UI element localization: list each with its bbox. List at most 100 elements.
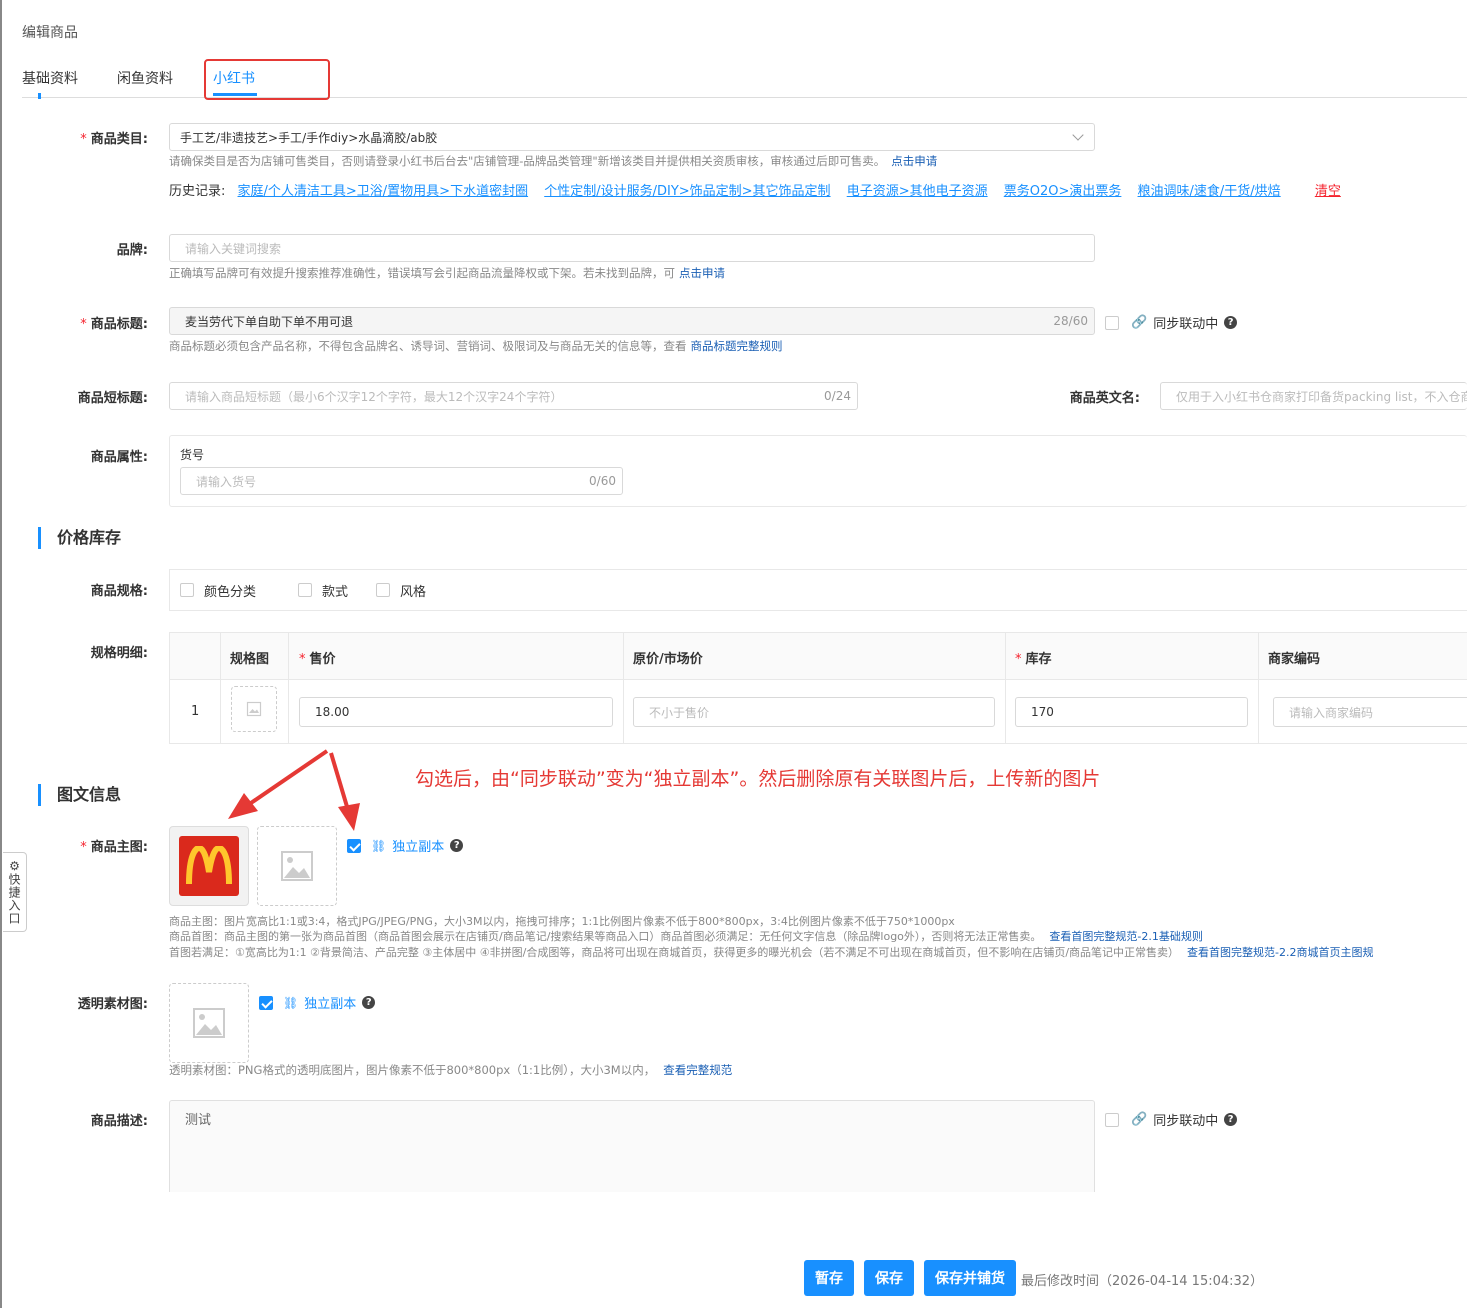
mcdonalds-logo: [179, 836, 239, 896]
spec-table: 规格图 * 售价 原价/市场价 * 库存 商家编码 1 18.00 不小于售价 17…: [169, 632, 1467, 744]
main-image-hint-3: 首图若满足：①宽高比为1:1 ②背景简洁、产品完整 ③主体居中 ④非拼图/合成图…: [169, 946, 1374, 959]
original-price-placeholder: 不小于售价: [649, 705, 710, 720]
short-title-input[interactable]: 请输入商品短标题（最小6个汉字12个字符，最大12个汉字24个字符） 0/24: [169, 382, 858, 410]
golden-arches-icon: [186, 846, 232, 885]
short-title-label: 商品短标题:: [77, 391, 148, 406]
spec-color-checkbox[interactable]: [180, 583, 194, 597]
sku-label: 货号: [180, 448, 205, 462]
broken-link-icon: ⛓: [283, 995, 299, 1010]
first-image-rules-link[interactable]: 查看首图完整规范-2.1基础规则: [1049, 930, 1202, 943]
category-apply-link[interactable]: 点击申请: [891, 154, 937, 168]
col-merchant-code: 商家编码: [1268, 652, 1321, 667]
col-price: * 售价: [299, 652, 336, 667]
transparent-image-label: 透明素材图:: [77, 997, 148, 1012]
title-input[interactable]: 麦当劳代下单自助下单不用可退 28/60: [169, 307, 1095, 335]
spec-style-checkbox[interactable]: [298, 583, 313, 597]
history-item[interactable]: 粮油调味/速食/干货/烘焙: [1138, 184, 1281, 199]
transparent-image-hint: 透明素材图：PNG格式的透明底图片，图片像素不低于800*800px（1:1比例…: [169, 1063, 733, 1077]
title-counter: 28/60: [1053, 314, 1088, 328]
stock-input[interactable]: 170: [1015, 697, 1248, 727]
title-label: * 商品标题:: [80, 317, 148, 332]
merchant-code-input[interactable]: 请输入商家编码: [1273, 697, 1467, 727]
history-clear-link[interactable]: 清空: [1315, 184, 1341, 199]
save-button[interactable]: 保存: [864, 1260, 914, 1296]
image-icon: [246, 701, 262, 717]
description-sync: 🔗 同步联动中 ?: [1105, 1110, 1238, 1129]
main-image-hint-2: 商品首图：商品主图的第一张为商品首图（商品首图会展示在店铺页/商品笔记/搜索结果…: [169, 930, 1203, 943]
spec-options: 颜色分类 款式 风格: [169, 569, 1467, 611]
homepage-image-rules-link[interactable]: 查看首图完整规范-2.2商城首页主图规: [1187, 946, 1373, 959]
draft-button[interactable]: 暂存: [804, 1260, 854, 1296]
transparent-image-independent-checkbox[interactable]: [259, 995, 273, 1010]
chevron-down-icon: [1072, 129, 1084, 141]
col-spec-image: 规格图: [230, 652, 270, 667]
transparent-image-independent: ⛓ 独立副本 ?: [259, 993, 376, 1012]
spec-fashion-checkbox[interactable]: [376, 583, 391, 597]
link-icon: 🔗: [1131, 1112, 1148, 1127]
description-sync-checkbox[interactable]: [1105, 1112, 1119, 1127]
brand-label: 品牌:: [116, 243, 148, 258]
category-select[interactable]: 手工艺/非遗技艺>手工/手作diy>水晶滴胶/ab胶: [169, 123, 1095, 151]
merchant-code-placeholder: 请输入商家编码: [1289, 705, 1374, 720]
spec-color-label: 颜色分类: [204, 584, 257, 600]
title-sync-label: 同步联动中: [1153, 317, 1219, 332]
tab-xianyu[interactable]: 闲鱼资料: [117, 68, 173, 88]
media-section-title: 图文信息: [38, 784, 121, 806]
title-rules-link[interactable]: 商品标题完整规则: [691, 339, 783, 353]
transparent-rules-link[interactable]: 查看完整规范: [663, 1063, 732, 1077]
original-price-input[interactable]: 不小于售价: [633, 697, 995, 727]
main-image-independent: ⛓ 独立副本 ?: [347, 836, 464, 855]
tab-highlight-box: [204, 59, 330, 100]
history-item[interactable]: 电子资源>其他电子资源: [847, 184, 988, 199]
history-item[interactable]: 票务O2O>演出票务: [1004, 184, 1122, 199]
description-textarea[interactable]: 测试: [169, 1100, 1095, 1192]
description-value: 测试: [185, 1113, 212, 1128]
last-modified: 最后修改时间（2026-04-14 15:04:32）: [1021, 1274, 1264, 1289]
price-value: 18.00: [315, 705, 350, 719]
attributes-label: 商品属性:: [90, 450, 148, 465]
price-input[interactable]: 18.00: [299, 697, 613, 727]
brand-apply-link[interactable]: 点击申请: [679, 266, 725, 280]
brand-placeholder: 请输入关键词搜索: [185, 241, 282, 256]
help-icon[interactable]: ?: [450, 839, 464, 852]
category-hint: 请确保类目是否为店铺可售类目，否则请登录小红书后台去"店铺管理-品牌品类管理"新…: [169, 154, 938, 168]
link-icon: 🔗: [1131, 315, 1148, 330]
main-image-thumb[interactable]: [169, 826, 249, 906]
annotation-arrows: [228, 749, 360, 831]
history-item[interactable]: 个性定制/设计服务/DIY>饰品定制>其它饰品定制: [544, 184, 830, 199]
main-image-label: * 商品主图:: [80, 840, 148, 855]
brand-hint: 正确填写品牌可有效提升搜索推荐准确性，错误填写会引起商品流量降权或下架。若未找到…: [169, 266, 725, 280]
category-value: 手工艺/非遗技艺>手工/手作diy>水晶滴胶/ab胶: [180, 130, 438, 145]
sku-input[interactable]: 请输入货号 0/60: [180, 467, 623, 495]
history-item[interactable]: 家庭/个人清洁工具>卫浴/置物用具>下水道密封圈: [238, 184, 529, 199]
brand-input[interactable]: 请输入关键词搜索: [169, 234, 1095, 262]
image-icon: [281, 851, 313, 881]
row-index: 1: [191, 704, 200, 719]
description-sync-label: 同步联动中: [1153, 1114, 1219, 1129]
tab-basic[interactable]: 基础资料: [22, 68, 78, 88]
english-name-label: 商品英文名:: [1069, 391, 1140, 406]
col-stock: * 库存: [1015, 652, 1052, 667]
main-image-upload[interactable]: [257, 826, 337, 906]
spec-label: 商品规格:: [90, 584, 148, 599]
save-and-distribute-button[interactable]: 保存并铺货: [924, 1260, 1016, 1296]
spec-image-upload[interactable]: [231, 686, 277, 732]
main-image-hint-1: 商品主图：图片宽高比1:1或3:4，格式JPG/JPEG/PNG，大小3M以内，…: [169, 915, 955, 928]
quick-entry-label: 快捷入口: [7, 873, 21, 925]
history-label: 历史记录:: [169, 184, 226, 199]
category-history: 历史记录: 家庭/个人清洁工具>卫浴/置物用具>下水道密封圈 个性定制/设计服务…: [169, 180, 1353, 199]
title-sync-checkbox[interactable]: [1105, 315, 1119, 330]
description-label: 商品描述:: [90, 1114, 148, 1129]
main-image-independent-label: 独立副本: [392, 840, 445, 855]
page-title: 编辑商品: [22, 25, 78, 41]
transparent-image-upload[interactable]: [169, 983, 249, 1063]
help-icon[interactable]: ?: [1224, 316, 1238, 329]
sku-counter: 0/60: [589, 474, 616, 488]
english-name-input[interactable]: 仅用于入小红书仓商家打印备货packing list，不入仓商家: [1160, 382, 1467, 410]
help-icon[interactable]: ?: [1224, 1113, 1238, 1126]
main-image-independent-checkbox[interactable]: [347, 838, 361, 853]
quick-entry-widget[interactable]: ⚙ 快捷入口: [3, 852, 27, 932]
left-edge: [0, 0, 2, 1308]
title-hint: 商品标题必须包含产品名称，不得包含品牌名、诱导词、营销词、极限词及与商品无关的信…: [169, 339, 783, 353]
help-icon[interactable]: ?: [362, 996, 376, 1009]
